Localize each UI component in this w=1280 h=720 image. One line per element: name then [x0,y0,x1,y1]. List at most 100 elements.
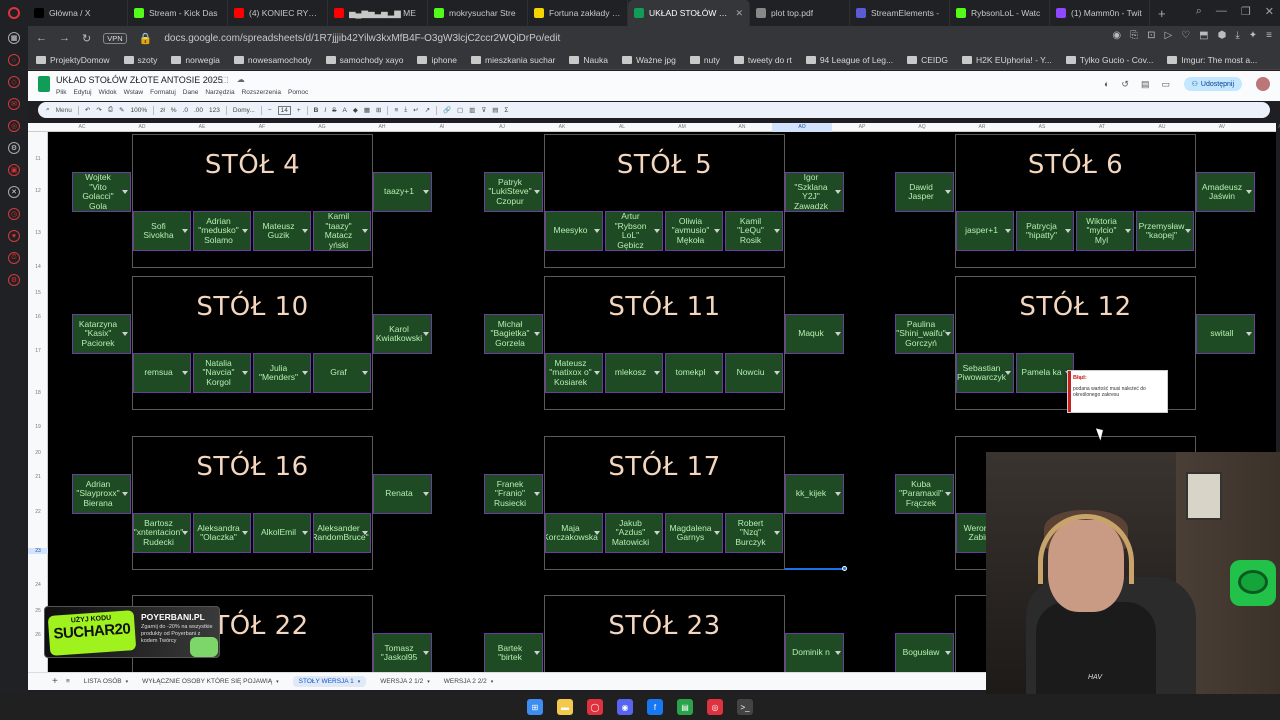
strikethrough-icon[interactable]: S [332,107,336,114]
bookmark-item[interactable]: nowesamochody [233,55,312,65]
notes-icon[interactable]: ▤ [677,699,693,715]
row-header[interactable]: 21 [28,474,48,480]
seat-dropdown[interactable]: Patryk "LukiSteve" Czopur [484,172,543,212]
bookmark-item[interactable]: Nauka [569,55,608,65]
sheets-logo-icon[interactable] [38,76,50,92]
sheet-tab-menu-icon[interactable]: ▾ [491,679,494,685]
dropdown-arrow-icon[interactable] [242,229,248,233]
menu-icon[interactable]: ≡ [1266,30,1272,41]
cloud-status-icon[interactable]: ☁ [237,75,245,84]
vpn-badge[interactable]: VPN [103,32,127,44]
row-header[interactable]: 22 [28,509,48,515]
sidebar-grid-icon[interactable]: ▦ [8,32,20,44]
dropdown-arrow-icon[interactable] [945,190,951,194]
bookmark-item[interactable]: H2K EUphoria! - Y... [962,55,1052,65]
seat-dropdown[interactable]: taazy+1 [373,172,432,212]
move-folder-icon[interactable]: ⬚ [221,75,229,84]
dropdown-arrow-icon[interactable] [362,229,368,233]
bookmark-item[interactable]: 94 League of Leg... [805,55,893,65]
sidebar-messenger-icon[interactable]: ✉ [8,98,20,110]
browser-tab[interactable]: ▅▄▆▅▃▅▂▆ ME [328,0,428,26]
seat-dropdown[interactable]: Pamela ka [1016,353,1074,393]
seat-dropdown[interactable]: Wiktoria "mylcio" Myl [1076,211,1134,251]
seat-dropdown[interactable]: Bogusław [895,633,954,672]
seat-dropdown[interactable]: Igor "Szklana Y2J" Zawadzk [785,172,844,212]
discord-icon[interactable]: ◉ [617,699,633,715]
seat-dropdown[interactable]: Mateusz "matixox o" Kosiarek [545,353,603,393]
document-title[interactable]: UKŁAD STOŁÓW ZŁOTE ANTOSIE 2025 [56,75,223,85]
filter-icon[interactable]: ⊽ [481,106,486,114]
seat-dropdown[interactable]: Patrycja "hipatty" [1016,211,1074,251]
bookmark-item[interactable]: samochody xayo [325,55,403,65]
sheet-tab-menu-icon[interactable]: ▾ [126,679,129,685]
sidebar-twitch-icon[interactable]: ▣ [8,164,20,176]
bookmark-item[interactable]: iphone [417,55,457,65]
browser-tab[interactable]: Fortuna zakłady bu [528,0,628,26]
dropdown-arrow-icon[interactable] [423,651,429,655]
seat-dropdown[interactable]: Nowciu [725,353,783,393]
seat-dropdown[interactable]: Artur "Rybson LoL" Gębicz [605,211,663,251]
dropdown-arrow-icon[interactable] [1246,332,1252,336]
camera-icon[interactable]: ◉ [1112,30,1121,41]
italic-icon[interactable]: I [324,107,326,114]
minimize-button[interactable]: — [1216,5,1227,18]
dropdown-arrow-icon[interactable] [423,492,429,496]
column-header[interactable]: AL [592,124,652,130]
seat-dropdown[interactable]: Paulina "Shini_waifu" Gorczyń [895,314,954,354]
terminal-icon[interactable]: >_ [737,699,753,715]
seat-dropdown[interactable]: AlkolEmil [253,513,311,553]
bookmark-item[interactable]: norwegia [171,55,220,65]
dropdown-arrow-icon[interactable] [1065,229,1071,233]
url-field[interactable]: docs.google.com/spreadsheets/d/1R7jjjib4… [164,33,560,44]
seat-dropdown[interactable]: Aleksander "RandomBruce" [313,513,371,553]
print-icon[interactable]: ⎙ [108,106,113,114]
dropdown-arrow-icon[interactable] [654,229,660,233]
sheet-tab-menu-icon[interactable]: ▾ [276,679,279,685]
seat-dropdown[interactable]: Wojtek "Vito Golacci" Gola [72,172,131,212]
dropdown-arrow-icon[interactable] [1125,229,1131,233]
dropdown-arrow-icon[interactable] [835,492,841,496]
browser-tab[interactable]: Stream - Kick Das [128,0,228,26]
bookmark-item[interactable]: tweety do rt [733,55,792,65]
dropdown-arrow-icon[interactable] [534,492,540,496]
dropdown-arrow-icon[interactable] [594,371,600,375]
menu-item[interactable]: Dane [183,89,199,96]
row-header[interactable]: 13 [28,230,48,236]
browser-tab[interactable]: StreamElements - [850,0,950,26]
decimal-increase-icon[interactable]: .00 [194,107,203,114]
filter-views-icon[interactable]: ▤ [492,106,498,114]
sheet-tab[interactable]: WERSJA 2 1/2 ▾ [380,678,430,685]
seat-dropdown[interactable]: Kamil "LeQu" Rosik [725,211,783,251]
paint-format-icon[interactable]: ✎ [119,106,124,114]
font-size-decrease-icon[interactable]: − [268,107,272,114]
play-icon[interactable]: ▷ [1164,30,1172,41]
explorer-icon[interactable]: ▬ [557,699,573,715]
seat-dropdown[interactable]: Tomasz "Jaskol95 [373,633,432,672]
seat-dropdown[interactable]: switall [1196,314,1255,354]
row-header[interactable]: 23 [28,548,48,554]
dropdown-arrow-icon[interactable] [122,492,128,496]
dropdown-arrow-icon[interactable] [1005,229,1011,233]
column-header[interactable]: AO [772,123,832,132]
browser-tab[interactable]: RybsonLoL - Watc [950,0,1050,26]
column-header[interactable]: AU [1132,124,1192,130]
sheet-tab[interactable]: WYŁĄCZNIE OSOBY KTÓRE SIĘ POJAWIĄ ▾ [142,678,279,685]
seat-dropdown[interactable]: Meesyko [545,211,603,251]
valign-icon[interactable]: ⤓ [404,106,407,114]
search-tabs-icon[interactable]: ⌕ [1196,5,1202,18]
sidebar-clock-icon[interactable]: ⏱ [8,252,20,264]
seat-dropdown[interactable]: Dominik n [785,633,844,672]
seat-dropdown[interactable]: remsua [133,353,191,393]
dropdown-arrow-icon[interactable] [423,190,429,194]
seat-dropdown[interactable]: Adrian "Slayproxx" Bierana [72,474,131,514]
bookmark-item[interactable]: nuty [689,55,720,65]
column-header[interactable]: AP [832,124,892,130]
row-header[interactable]: 12 [28,188,48,194]
seat-dropdown[interactable]: Renata [373,474,432,514]
sidebar-history-icon[interactable]: ◷ [8,208,20,220]
row-header[interactable]: 16 [28,314,48,320]
row-header[interactable]: 24 [28,582,48,588]
sidebar-opera-icon[interactable]: ○ [8,54,20,66]
column-header[interactable]: AK [532,124,592,130]
selection-fill-handle[interactable] [842,566,847,571]
